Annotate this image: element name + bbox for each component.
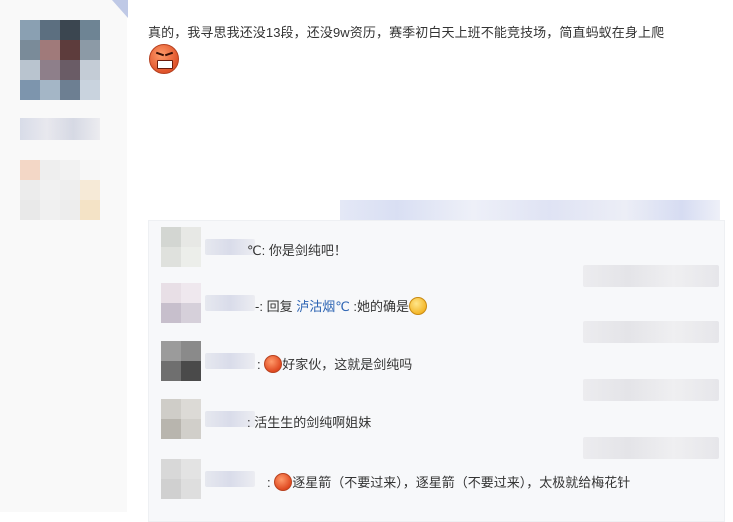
- post-content: 真的，我寻思我还没13段，还没9w资历，赛季初白天上班不能竞技场，简直蚂蚁在身上…: [148, 25, 665, 40]
- user-sidebar: [0, 0, 128, 512]
- avatar[interactable]: [161, 459, 201, 499]
- list-item: : 好家伙，这就是剑纯吗: [149, 341, 724, 401]
- user-badges-blurred: [20, 160, 100, 220]
- reply-username-blurred[interactable]: [205, 471, 255, 487]
- reply-meta-blurred: [583, 437, 719, 459]
- reply-text: ℃: 你是剑纯吧！: [247, 243, 347, 258]
- angry-face-icon: [149, 44, 179, 74]
- reply-list: ℃: 你是剑纯吧！ -: 回复 泸沽烟℃ :她的确是 : 好家伙，这就是剑纯吗: [148, 220, 725, 522]
- avatar[interactable]: [161, 283, 201, 323]
- reply-meta-blurred: [583, 321, 719, 343]
- reply-text: : 逐星箭（不要过来），逐星箭（不要过来），太极就给梅花针: [267, 473, 631, 491]
- avatar[interactable]: [161, 227, 201, 267]
- list-item: : 活生生的剑纯啊姐妹: [149, 399, 724, 459]
- list-item: -: 回复 泸沽烟℃ :她的确是: [149, 283, 724, 343]
- list-item: : 逐星箭（不要过来），逐星箭（不要过来），太极就给梅花针: [149, 459, 724, 503]
- reply-username-blurred[interactable]: [205, 295, 255, 311]
- avatar[interactable]: [161, 399, 201, 439]
- avatar[interactable]: [20, 20, 100, 100]
- reply-meta-blurred: [583, 379, 719, 401]
- reply-text: : 好家伙，这就是剑纯吗: [257, 355, 413, 373]
- corner-badge: [112, 0, 128, 18]
- list-item: ℃: 你是剑纯吧！: [149, 227, 724, 287]
- yellow-face-icon: [409, 297, 428, 315]
- reply-to-link[interactable]: 泸沽烟℃: [296, 299, 350, 314]
- reply-text: -: 回复 泸沽烟℃ :她的确是: [255, 296, 428, 315]
- reply-text: : 活生生的剑纯啊姐妹: [247, 415, 372, 430]
- red-face-icon: [264, 355, 283, 373]
- username-blurred[interactable]: [20, 118, 100, 140]
- red-face-icon: [274, 473, 293, 491]
- reply-username-blurred[interactable]: [205, 353, 255, 369]
- avatar[interactable]: [161, 341, 201, 381]
- post-meta-blurred: [340, 200, 720, 220]
